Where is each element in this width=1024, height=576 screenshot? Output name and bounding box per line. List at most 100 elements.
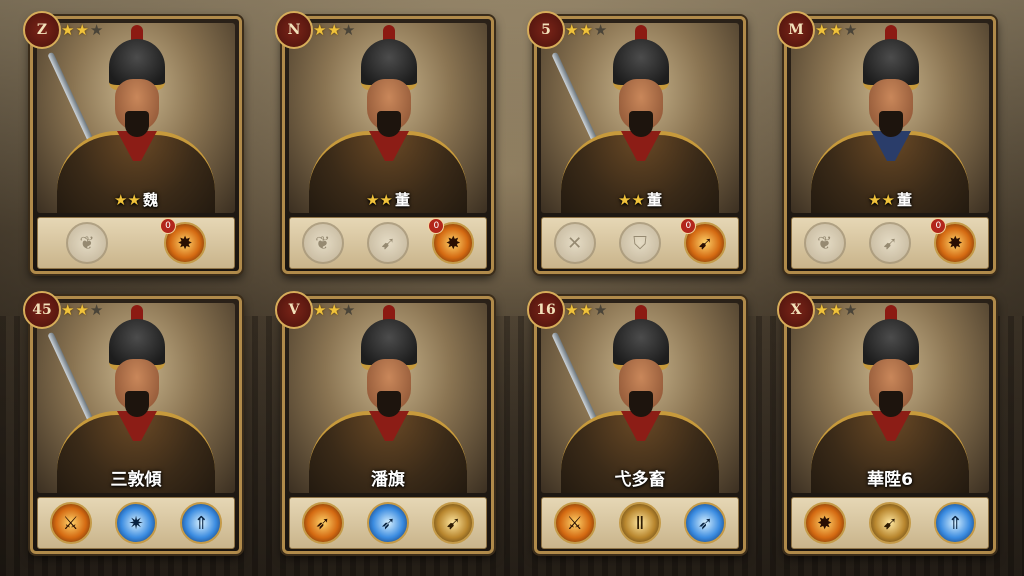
star-filled-icon: ★ xyxy=(815,301,830,319)
hero-name: 三敦傾 xyxy=(110,470,162,490)
hero-beard xyxy=(879,391,903,417)
star-empty-icon: ★ xyxy=(593,301,609,319)
hero-card-grid: Z ★★★ ★★ 魏 ❦ ✸ 0 N ★★★ ★★ 董 ❦ ➹ ✸ 0 5 ★★★ ★★ 董 ✕ ⛉ ➹ 0 M ★★★ ★★ 董 ❦… xyxy=(0,0,1024,576)
arrow-strike-icon[interactable]: ➹ xyxy=(432,502,475,544)
skill-glyph: ⇑ xyxy=(947,512,963,534)
hero-name-label: ★★ 魏 xyxy=(33,189,239,210)
hero-level-badge: 16 xyxy=(527,291,565,329)
skill-bar: ➶ ➶ ➹ xyxy=(289,497,487,549)
hero-portrait xyxy=(289,23,487,213)
star-filled-icon: ★ xyxy=(75,301,90,319)
leaf-emblem-icon[interactable]: ❦ xyxy=(301,222,344,264)
skill-tag-badge: 0 xyxy=(930,218,947,234)
star-empty-icon: ★ xyxy=(341,301,357,319)
star-empty-icon: ★ xyxy=(341,21,357,39)
hero-rank-stars: ★★★ xyxy=(313,301,356,319)
hero-name-label: 華陞6 xyxy=(787,465,993,490)
skill-bar: ❦ ➹ ✸ 0 xyxy=(289,217,487,269)
sword-slash-icon[interactable]: ⚔ xyxy=(49,502,92,544)
star-filled-icon: ★ xyxy=(61,301,76,319)
star-filled-icon: ★ xyxy=(565,301,580,319)
skill-glyph: ➶ xyxy=(380,512,396,534)
flame-burst-icon[interactable]: ✸ xyxy=(803,502,846,544)
hero-rank-stars: ★★★ xyxy=(815,21,858,39)
hero-rank-stars: ★★★ xyxy=(815,301,858,319)
star-filled-icon: ★ xyxy=(61,21,76,39)
skill-bar: ❦ ➹ ✸ 0 xyxy=(791,217,989,269)
spear-icon[interactable]: ⇑ xyxy=(934,502,977,544)
hero-name-label: ★★ 董 xyxy=(537,189,743,210)
hero-name-label: 潘旗 xyxy=(285,465,491,490)
star-filled-icon: ★ xyxy=(327,301,342,319)
hero-card[interactable]: X ★★★ 華陞6 ✸ ➹ ⇑ xyxy=(777,291,996,554)
hero-card[interactable]: Z ★★★ ★★ 魏 ❦ ✸ 0 xyxy=(23,11,242,274)
skill-bar: ⚔ ✷ ⇑ xyxy=(37,497,235,549)
hero-rank-stars: ★★★ xyxy=(313,21,356,39)
hero-beard xyxy=(629,391,653,417)
skill-glyph: ⚔ xyxy=(62,512,79,534)
hero-rank-stars: ★★★ xyxy=(565,21,608,39)
skill-bar: ⚔ Ⅱ ➶ xyxy=(541,497,739,549)
skill-tag-badge: 0 xyxy=(160,218,176,234)
hero-level-badge: M xyxy=(777,11,815,49)
skill-glyph: ✷ xyxy=(128,512,144,534)
hero-level-badge: N xyxy=(275,11,313,49)
name-stars: ★★ xyxy=(868,191,895,209)
crossed-blades-icon[interactable]: ✕ xyxy=(553,222,596,264)
star-filled-icon: ★ xyxy=(829,301,844,319)
arrow-strike-icon[interactable]: ➹ xyxy=(868,502,911,544)
skill-glyph: ➹ xyxy=(882,512,898,534)
hero-name: 潘旗 xyxy=(371,470,405,490)
skill-glyph: ➹ xyxy=(380,232,396,254)
skill-glyph: ➶ xyxy=(697,512,713,534)
star-empty-icon: ★ xyxy=(89,21,105,39)
flame-slash-icon[interactable]: ✸ 0 xyxy=(930,218,977,264)
star-filled-icon: ★ xyxy=(313,301,328,319)
arrow-strike-icon[interactable]: ➹ 0 xyxy=(680,218,727,264)
helmet-emblem-icon[interactable]: ⛉ xyxy=(618,222,661,264)
sword-slash-icon[interactable]: ⚔ xyxy=(553,502,596,544)
spear-icon[interactable]: ⇑ xyxy=(180,502,223,544)
hero-card[interactable]: V ★★★ 潘旗 ➶ ➶ ➹ xyxy=(275,291,494,554)
hero-name: 華陞6 xyxy=(867,470,913,490)
leaf-emblem-icon[interactable]: ❦ xyxy=(803,222,846,264)
hero-portrait xyxy=(791,23,989,213)
star-filled-icon: ★ xyxy=(579,21,594,39)
hero-beard xyxy=(377,391,401,417)
arrow-strike-icon[interactable]: ➹ xyxy=(868,222,911,264)
hero-card[interactable]: 5 ★★★ ★★ 董 ✕ ⛉ ➹ 0 xyxy=(527,11,746,274)
skill-glyph: ⚔ xyxy=(566,512,583,534)
skill-glyph: Ⅱ xyxy=(635,512,645,534)
skill-glyph: ➹ xyxy=(882,232,898,254)
hero-level-badge: X xyxy=(777,291,815,329)
star-empty-icon: ★ xyxy=(843,301,859,319)
skill-glyph: ❦ xyxy=(817,232,833,254)
leaf-emblem-icon[interactable]: ❦ xyxy=(66,222,108,264)
hero-portrait xyxy=(541,23,739,213)
flame-slash-icon[interactable]: ✸ 0 xyxy=(160,218,206,264)
ice-spear-icon[interactable]: ➶ xyxy=(684,502,727,544)
skill-glyph: ❦ xyxy=(315,232,331,254)
ice-burst-icon[interactable]: ✷ xyxy=(114,502,157,544)
star-filled-icon: ★ xyxy=(75,21,90,39)
spear-strike-icon[interactable]: ➶ xyxy=(301,502,344,544)
star-filled-icon: ★ xyxy=(829,21,844,39)
name-stars: ★★ xyxy=(366,191,393,209)
flame-slash-icon[interactable]: ✸ 0 xyxy=(428,218,475,264)
hero-card[interactable]: M ★★★ ★★ 董 ❦ ➹ ✸ 0 xyxy=(777,11,996,274)
hero-card[interactable]: 16 ★★★ 弋多畜 ⚔ Ⅱ ➶ xyxy=(527,291,746,554)
skill-glyph: ➹ xyxy=(697,232,713,254)
gate-emblem-icon[interactable]: Ⅱ xyxy=(618,502,661,544)
hero-portrait xyxy=(37,23,235,213)
hero-card[interactable]: 45 ★★★ 三敦傾 ⚔ ✷ ⇑ xyxy=(23,291,242,554)
arrow-strike-icon[interactable]: ➹ xyxy=(366,222,409,264)
skill-tag-badge: 0 xyxy=(680,218,697,234)
skill-glyph: ⇑ xyxy=(193,512,209,534)
ice-spear-icon[interactable]: ➶ xyxy=(366,502,409,544)
hero-card[interactable]: N ★★★ ★★ 董 ❦ ➹ ✸ 0 xyxy=(275,11,494,274)
skill-glyph: ➶ xyxy=(315,512,331,534)
skill-glyph: ✸ xyxy=(177,232,193,254)
skill-glyph: ✸ xyxy=(817,512,833,534)
star-filled-icon: ★ xyxy=(815,21,830,39)
hero-name: 魏 xyxy=(142,191,158,209)
